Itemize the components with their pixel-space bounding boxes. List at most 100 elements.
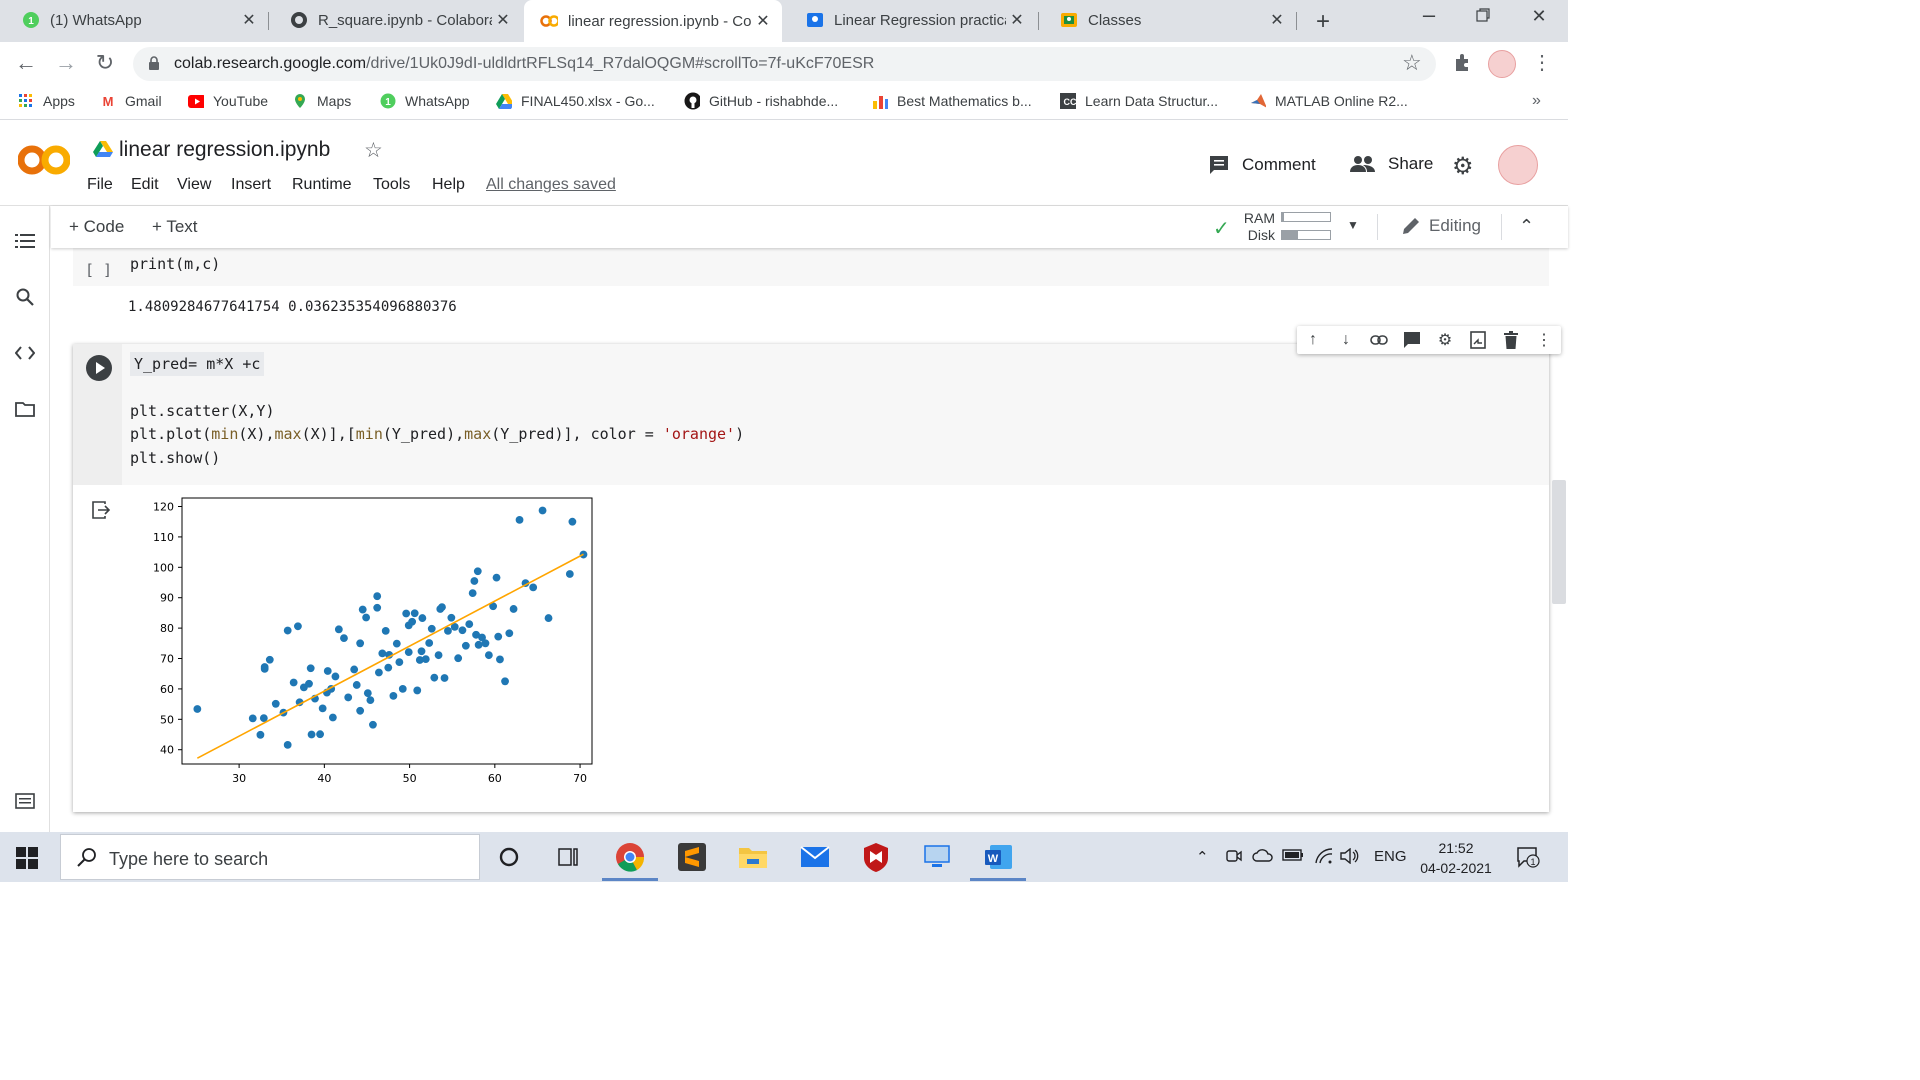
menu-file[interactable]: File bbox=[87, 176, 113, 194]
cell-code-line[interactable]: print(m,c) bbox=[130, 255, 220, 273]
search-icon[interactable] bbox=[14, 286, 36, 308]
extensions-puzzle-icon[interactable] bbox=[1453, 53, 1473, 73]
table-of-contents-icon[interactable] bbox=[14, 230, 36, 252]
microsoft-word-icon[interactable]: W bbox=[984, 842, 1014, 872]
notebook-title[interactable]: linear regression.ipynb bbox=[119, 138, 330, 162]
notifications-icon[interactable]: 1 bbox=[1516, 846, 1540, 868]
tab-r-square[interactable]: R_square.ipynb - Colaborat ✕ bbox=[268, 0, 522, 40]
menu-help[interactable]: Help bbox=[432, 176, 465, 194]
reload-icon[interactable]: ↻ bbox=[91, 50, 119, 76]
mail-icon[interactable] bbox=[800, 842, 830, 872]
terminal-icon[interactable] bbox=[14, 790, 36, 812]
settings-gear-icon[interactable]: ⚙ bbox=[1435, 330, 1455, 350]
menu-insert[interactable]: Insert bbox=[231, 176, 271, 194]
bookmark-apps[interactable]: Apps bbox=[18, 93, 75, 109]
close-tab-icon[interactable]: ✕ bbox=[238, 10, 260, 30]
bookmark-final450[interactable]: FINAL450.xlsx - Go... bbox=[496, 93, 655, 109]
bookmark-matlab[interactable]: MATLAB Online R2... bbox=[1250, 93, 1408, 109]
language-indicator[interactable]: ENG bbox=[1374, 848, 1407, 865]
cell-code-line[interactable]: Y_pred= m*X +c bbox=[130, 352, 265, 376]
google-drive-icon[interactable] bbox=[93, 140, 113, 158]
close-tab-icon[interactable]: ✕ bbox=[1266, 10, 1288, 30]
bookmark-star-icon[interactable]: ☆ bbox=[1402, 50, 1422, 76]
move-cell-down-icon[interactable]: ↓ bbox=[1336, 330, 1356, 350]
editing-mode-button[interactable]: Editing bbox=[1401, 216, 1481, 236]
wifi-icon[interactable] bbox=[1314, 848, 1334, 868]
new-tab-button[interactable]: + bbox=[1310, 8, 1336, 36]
tab-linear-regression-practical[interactable]: Linear Regression practical ✕ bbox=[784, 0, 1036, 40]
mcafee-icon[interactable] bbox=[861, 842, 891, 872]
runtime-dropdown-icon[interactable]: ▼ bbox=[1347, 218, 1359, 232]
output-actions-icon[interactable] bbox=[91, 500, 111, 520]
bookmark-gmail[interactable]: M Gmail bbox=[100, 93, 162, 109]
bookmark-github[interactable]: GitHub - rishabhde... bbox=[684, 92, 838, 110]
cell-code-editor[interactable]: Y_pred= m*X +c plt.scatter(X,Y) plt.plot… bbox=[122, 344, 1549, 485]
forward-icon[interactable]: → bbox=[52, 50, 80, 76]
cell-code-line[interactable]: plt.plot(min(X),max(X)],[min(Y_pred),max… bbox=[130, 425, 744, 443]
add-text-cell-button[interactable]: + Text bbox=[152, 217, 198, 237]
comment-button[interactable]: Comment bbox=[1208, 154, 1316, 176]
files-folder-icon[interactable] bbox=[14, 398, 36, 420]
bookmark-best-mathematics[interactable]: Best Mathematics b... bbox=[872, 93, 1032, 109]
run-cell-bracket[interactable]: [ ] bbox=[85, 261, 112, 279]
run-cell-button[interactable] bbox=[86, 355, 112, 381]
close-tab-icon[interactable]: ✕ bbox=[752, 11, 774, 31]
restore-icon[interactable] bbox=[1468, 6, 1498, 27]
tab-linear-regression[interactable]: linear regression.ipynb - Co ✕ bbox=[524, 0, 782, 42]
code-cell-plot[interactable]: Y_pred= m*X +c plt.scatter(X,Y) plt.plot… bbox=[73, 326, 1561, 812]
tab-whatsapp[interactable]: 1 (1) WhatsApp ✕ bbox=[0, 0, 268, 40]
mirror-cell-icon[interactable] bbox=[1468, 330, 1488, 350]
user-avatar[interactable] bbox=[1498, 145, 1538, 185]
menu-tools[interactable]: Tools bbox=[373, 176, 410, 194]
close-window-icon[interactable]: ✕ bbox=[1524, 6, 1554, 27]
battery-icon[interactable] bbox=[1282, 848, 1304, 866]
bookmark-learn-data-structures[interactable]: CC Learn Data Structur... bbox=[1060, 93, 1218, 109]
sublime-text-icon[interactable] bbox=[677, 842, 707, 872]
vertical-scrollbar[interactable] bbox=[1552, 480, 1566, 604]
url-text[interactable]: colab.research.google.com/drive/1Uk0J9dI… bbox=[174, 55, 874, 73]
link-icon[interactable] bbox=[1369, 330, 1389, 350]
volume-icon[interactable] bbox=[1340, 847, 1360, 868]
taskbar-search-box[interactable]: Type here to search bbox=[60, 834, 480, 880]
task-view-icon[interactable] bbox=[553, 842, 583, 872]
back-icon[interactable]: ← bbox=[12, 50, 40, 76]
resource-labels[interactable]: RAM Disk bbox=[1239, 210, 1275, 244]
comment-icon[interactable] bbox=[1402, 330, 1422, 350]
share-button[interactable]: Share bbox=[1350, 154, 1433, 174]
bookmarks-overflow-icon[interactable]: » bbox=[1532, 92, 1541, 110]
meet-now-icon[interactable] bbox=[1226, 848, 1242, 868]
profile-avatar[interactable] bbox=[1488, 50, 1516, 78]
menu-view[interactable]: View bbox=[177, 176, 211, 194]
add-code-cell-button[interactable]: + Code bbox=[69, 217, 124, 237]
chrome-menu-icon[interactable]: ⋮ bbox=[1532, 50, 1552, 75]
star-notebook-icon[interactable]: ☆ bbox=[364, 138, 383, 163]
file-explorer-icon[interactable] bbox=[738, 842, 768, 872]
bookmark-youtube[interactable]: YouTube bbox=[188, 93, 268, 109]
system-clock[interactable]: 21:52 04-02-2021 bbox=[1408, 838, 1504, 878]
cell-code-line[interactable]: plt.show() bbox=[130, 449, 220, 467]
code-snippets-icon[interactable] bbox=[14, 342, 36, 364]
minimize-icon[interactable]: – bbox=[1414, 2, 1444, 28]
delete-icon[interactable] bbox=[1501, 330, 1521, 350]
close-tab-icon[interactable]: ✕ bbox=[492, 10, 514, 30]
windows-start-icon[interactable] bbox=[16, 847, 38, 869]
remote-desktop-icon[interactable] bbox=[922, 842, 952, 872]
tab-classes[interactable]: Classes ✕ bbox=[1038, 0, 1296, 40]
settings-gear-icon[interactable]: ⚙ bbox=[1452, 152, 1474, 181]
collapse-header-icon[interactable]: ⌃ bbox=[1519, 216, 1534, 237]
menu-edit[interactable]: Edit bbox=[131, 176, 159, 194]
close-tab-icon[interactable]: ✕ bbox=[1006, 10, 1028, 30]
code-cell-print[interactable]: [ ] print(m,c) bbox=[73, 248, 1549, 286]
more-options-icon[interactable]: ⋮ bbox=[1534, 330, 1554, 350]
menu-runtime[interactable]: Runtime bbox=[292, 176, 352, 194]
bookmark-maps[interactable]: Maps bbox=[292, 93, 351, 109]
cell-code-line[interactable]: plt.scatter(X,Y) bbox=[130, 402, 275, 420]
onedrive-cloud-icon[interactable] bbox=[1252, 848, 1274, 866]
cortana-icon[interactable] bbox=[494, 842, 524, 872]
colab-logo-icon[interactable] bbox=[18, 142, 70, 178]
show-hidden-icons-icon[interactable]: ⌃ bbox=[1196, 848, 1209, 866]
move-cell-up-icon[interactable]: ↑ bbox=[1303, 330, 1323, 350]
chrome-icon[interactable] bbox=[615, 842, 645, 872]
bookmark-whatsapp[interactable]: 1 WhatsApp bbox=[380, 93, 470, 109]
save-status-link[interactable]: All changes saved bbox=[486, 176, 616, 194]
